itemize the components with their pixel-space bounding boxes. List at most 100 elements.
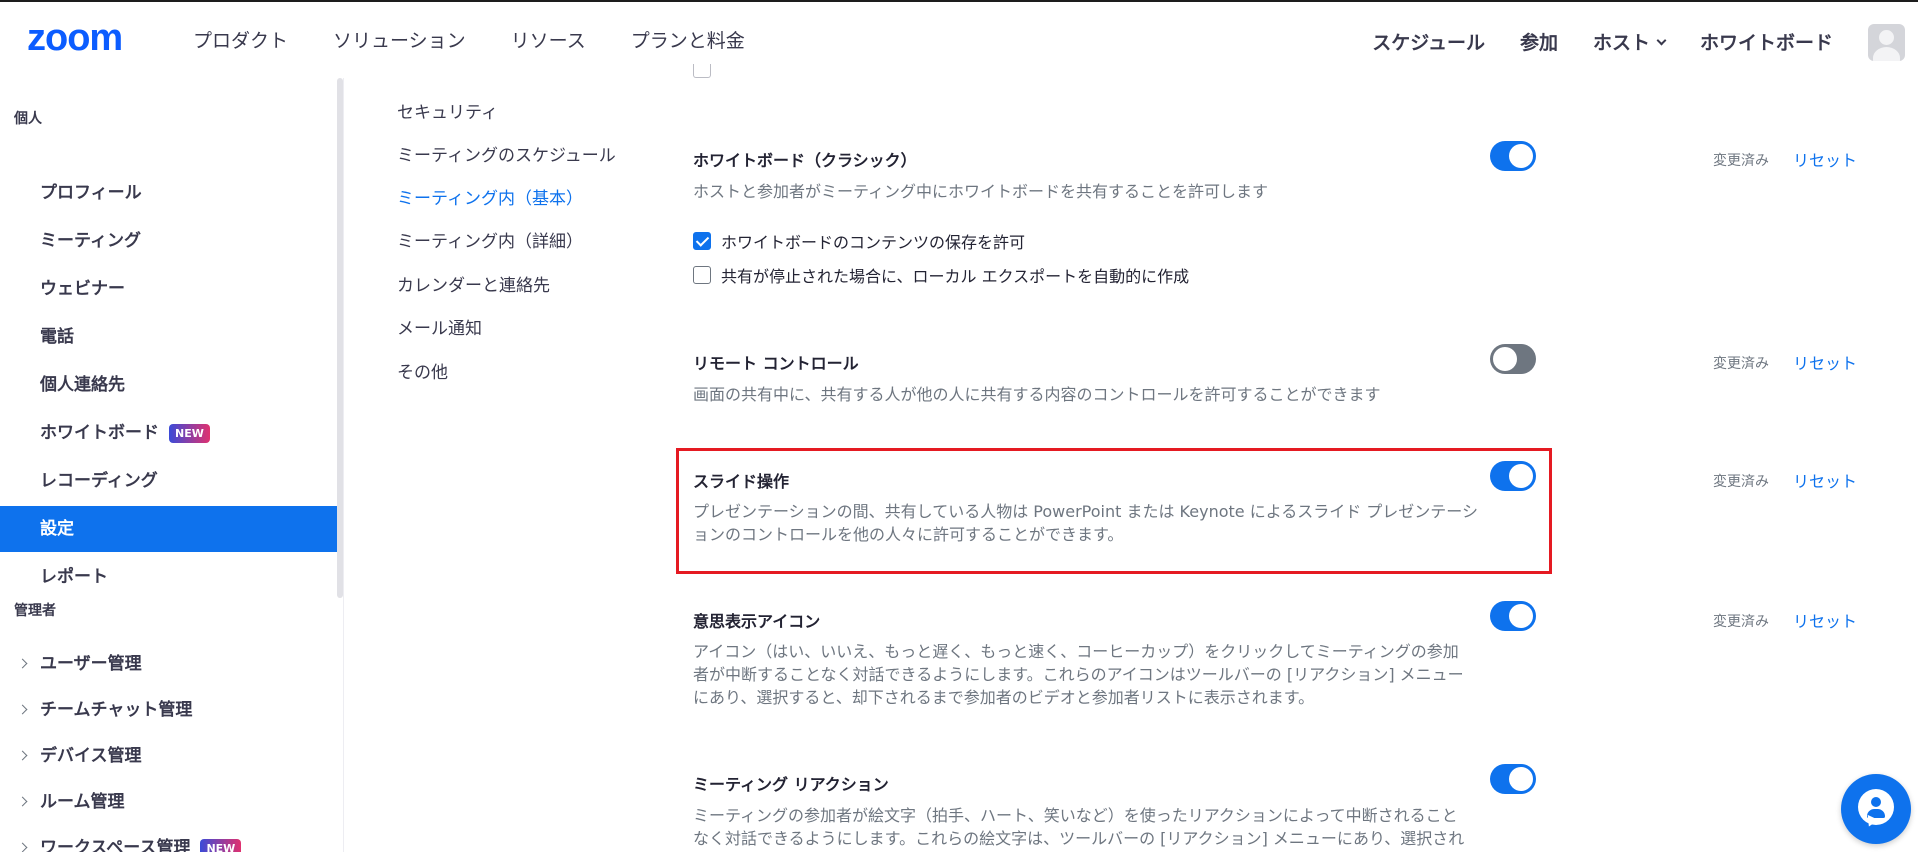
sidebar-item-profile[interactable]: プロフィール — [0, 170, 337, 216]
partial-checkbox[interactable] — [693, 64, 711, 78]
nav-resources[interactable]: リソース — [511, 24, 586, 58]
sidebar-item-label: 電話 — [40, 327, 74, 347]
toggle-knob — [1493, 347, 1517, 371]
checkbox-save-whiteboard[interactable]: ホワイトボードのコンテンツの保存を許可 — [693, 229, 1025, 253]
sidebar-item-contacts[interactable]: 個人連絡先 — [0, 362, 337, 408]
setting-desc-remote-control: 画面の共有中に、共有する人が他の人に共有する内容のコントロールを許可することがで… — [693, 385, 1381, 404]
setting-title-whiteboard: ホワイトボード（クラシック） — [693, 151, 917, 170]
chevron-right-icon — [17, 704, 28, 715]
chevron-right-icon — [17, 842, 28, 852]
toggle-knob — [1509, 604, 1533, 628]
subnav-email-notifications[interactable]: メール通知 — [397, 314, 482, 339]
setting-title-remote-control: リモート コントロール — [693, 354, 859, 373]
sidebar-item-label: ウェビナー — [40, 279, 125, 299]
chat-agent-body — [1867, 809, 1885, 818]
checkbox-label: 共有が停止された場合に、ローカル エクスポートを自動的に作成 — [721, 267, 1190, 286]
sidebar: 個人 プロフィール ミーティング ウェビナー 電話 個人連絡先 ホワイトボード N… — [0, 78, 343, 852]
sidebar-item-phone[interactable]: 電話 — [0, 314, 337, 360]
sidebar-item-label: ユーザー管理 — [40, 654, 142, 674]
checkbox-checked[interactable] — [693, 232, 711, 250]
subnav-calendar-contacts[interactable]: カレンダーと連絡先 — [397, 271, 550, 296]
sidebar-item-label: 設定 — [40, 519, 74, 539]
zoom-logo[interactable]: zoom — [27, 16, 123, 60]
setting-title-reactions: ミーティング リアクション — [693, 775, 889, 794]
sidebar-item-whiteboards[interactable]: ホワイトボード NEW — [0, 410, 337, 456]
toggle-slide-control[interactable] — [1490, 461, 1536, 491]
nav-schedule[interactable]: スケジュール — [1372, 26, 1485, 60]
sidebar-item-workspace-management[interactable]: ワークスペース管理 NEW — [0, 825, 337, 852]
sidebar-item-team-chat-management[interactable]: チームチャット管理 — [0, 687, 337, 733]
nav-products[interactable]: プロダクト — [193, 24, 288, 58]
sidebar-item-label: デバイス管理 — [40, 746, 142, 766]
zoom-settings-page: zoom プロダクト ソリューション リソース プランと料金 スケジュール 参加… — [0, 0, 1918, 852]
sidebar-item-settings[interactable]: 設定 — [0, 506, 337, 552]
checkbox-auto-export[interactable]: 共有が停止された場合に、ローカル エクスポートを自動的に作成 — [693, 263, 1189, 287]
toggle-remote-control[interactable] — [1490, 344, 1536, 374]
subnav-schedule-meeting[interactable]: ミーティングのスケジュール — [397, 141, 616, 166]
sidebar-item-label: ホワイトボード — [40, 423, 159, 443]
subnav-security[interactable]: セキュリティ — [397, 98, 498, 123]
subnav-in-meeting-advanced[interactable]: ミーティング内（詳細） — [397, 227, 583, 252]
sidebar-item-label: レコーディング — [40, 471, 158, 491]
changed-label: 変更済み — [1713, 474, 1769, 490]
setting-desc-slide-control: プレゼンテーションの間、共有している人物は PowerPoint または Key… — [693, 502, 1478, 544]
toggle-reactions[interactable] — [1490, 764, 1536, 794]
nav-solutions[interactable]: ソリューション — [333, 24, 466, 58]
sidebar-item-label: ミーティング — [40, 231, 141, 251]
nav-pricing[interactable]: プランと料金 — [631, 24, 745, 58]
sidebar-item-reports[interactable]: レポート — [0, 554, 337, 600]
toggle-knob — [1509, 767, 1533, 791]
changed-label: 変更済み — [1713, 356, 1769, 372]
new-badge: NEW — [169, 423, 210, 443]
reset-link-whiteboard[interactable]: リセット — [1793, 147, 1857, 171]
sidebar-item-label: ワークスペース管理 — [40, 838, 191, 852]
reset-link-nonverbal[interactable]: リセット — [1793, 608, 1857, 632]
chevron-right-icon — [17, 658, 28, 669]
setting-title-nonverbal: 意思表示アイコン — [693, 612, 821, 631]
nav-host-label: ホスト — [1592, 31, 1650, 54]
subnav-other[interactable]: その他 — [397, 358, 448, 383]
chat-agent-head — [1871, 797, 1881, 807]
sidebar-divider — [343, 78, 344, 852]
top-header: zoom プロダクト ソリューション リソース プランと料金 スケジュール 参加… — [0, 2, 1918, 78]
sidebar-item-meetings[interactable]: ミーティング — [0, 218, 337, 264]
sidebar-item-recordings[interactable]: レコーディング — [0, 458, 337, 504]
chevron-right-icon — [17, 750, 28, 761]
toggle-knob — [1509, 144, 1533, 168]
reset-link-slide-control[interactable]: リセット — [1793, 468, 1857, 492]
checkbox-unchecked[interactable] — [693, 266, 711, 284]
sidebar-heading-personal: 個人 — [14, 111, 42, 127]
sidebar-item-label: チームチャット管理 — [40, 700, 193, 720]
subnav-in-meeting-basic[interactable]: ミーティング内（基本） — [397, 184, 583, 209]
sidebar-item-label: 個人連絡先 — [40, 375, 125, 395]
toggle-whiteboard[interactable] — [1490, 141, 1536, 171]
avatar[interactable] — [1868, 24, 1905, 61]
setting-title-slide-control: スライド操作 — [693, 472, 790, 491]
changed-label: 変更済み — [1713, 153, 1769, 169]
setting-desc-whiteboard: ホストと参加者がミーティング中にホワイトボードを共有することを許可します — [693, 182, 1269, 201]
sidebar-heading-admin: 管理者 — [14, 603, 56, 619]
secondary-nav: スケジュール 参加 ホスト ホワイトボード — [1372, 24, 1918, 61]
nav-whiteboard[interactable]: ホワイトボード — [1700, 26, 1833, 60]
sidebar-item-label: プロフィール — [40, 183, 142, 203]
chat-agent-icon — [1858, 789, 1894, 825]
sidebar-item-user-management[interactable]: ユーザー管理 — [0, 641, 337, 687]
sidebar-item-webinars[interactable]: ウェビナー — [0, 266, 337, 312]
sidebar-item-label: レポート — [40, 567, 108, 587]
toggle-knob — [1509, 464, 1533, 488]
sidebar-item-label: ルーム管理 — [40, 792, 125, 812]
chevron-right-icon — [17, 796, 28, 807]
primary-nav: プロダクト ソリューション リソース プランと料金 — [193, 24, 745, 58]
chat-support-button[interactable] — [1841, 774, 1911, 844]
nav-host-dropdown[interactable]: ホスト — [1592, 26, 1667, 60]
changed-label: 変更済み — [1713, 614, 1769, 630]
sidebar-item-room-management[interactable]: ルーム管理 — [0, 779, 337, 825]
reset-link-remote-control[interactable]: リセット — [1793, 350, 1857, 374]
setting-desc-reactions: ミーティングの参加者が絵文字（拍手、ハート、笑いなど）を使ったリアクションによっ… — [693, 806, 1465, 848]
chevron-down-icon — [1656, 35, 1667, 46]
checkbox-label: ホワイトボードのコンテンツの保存を許可 — [721, 233, 1026, 252]
new-badge: NEW — [200, 838, 242, 852]
toggle-nonverbal[interactable] — [1490, 601, 1536, 631]
sidebar-item-device-management[interactable]: デバイス管理 — [0, 733, 337, 779]
nav-join[interactable]: 参加 — [1520, 26, 1558, 60]
